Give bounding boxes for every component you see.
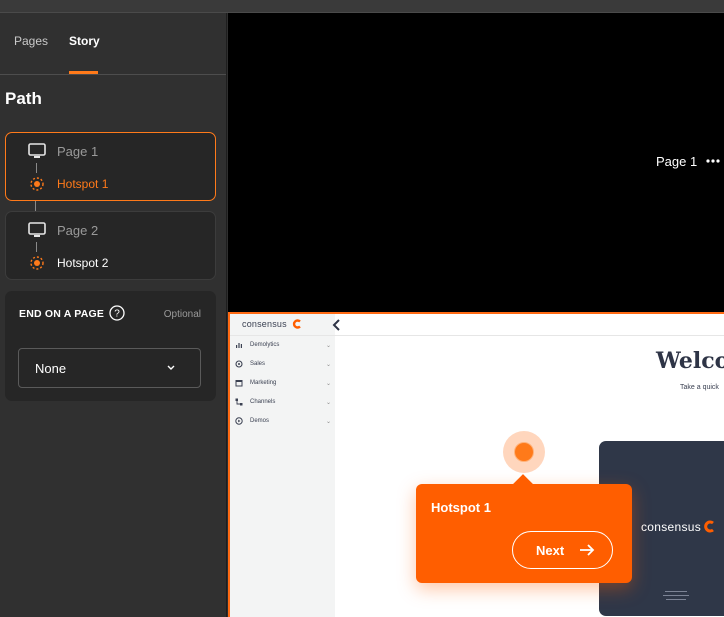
end-page-select[interactable]: None (18, 348, 201, 388)
path-title: Path (5, 89, 42, 108)
step-hotspot-row[interactable]: Hotspot 1 (28, 175, 108, 193)
monitor-icon (28, 222, 46, 237)
play-icon (235, 417, 243, 425)
chevron-down-icon: ⌄ (325, 418, 331, 425)
chevron-down-icon: ⌄ (325, 361, 331, 368)
chevron-down-icon: ⌄ (325, 342, 331, 349)
consensus-logo-icon (704, 520, 714, 533)
app-nav-item[interactable]: Channels ⌄ (235, 398, 331, 406)
path-step-1[interactable]: Page 1 Hotspot 1 (5, 132, 216, 201)
chevron-down-icon (167, 365, 175, 370)
chevron-down-icon: ⌄ (325, 380, 331, 387)
hotspot-marker[interactable] (503, 431, 545, 473)
end-on-page-title: END ON A PAGE (19, 308, 105, 320)
consensus-logo-icon (292, 319, 301, 329)
help-icon[interactable]: ? (109, 305, 125, 321)
step-hotspot-label: Hotspot 2 (57, 256, 109, 270)
hotspot-icon (30, 256, 44, 270)
more-options-icon[interactable] (706, 156, 720, 166)
app-nav-item[interactable]: Demos ⌄ (235, 417, 331, 425)
optional-label: Optional (163, 309, 201, 320)
next-button-label: Next (536, 543, 565, 558)
app-nav-item[interactable]: Demolytics ⌄ (235, 341, 331, 349)
app-header-divider (230, 335, 724, 336)
app-nav-label: Marketing (250, 380, 277, 386)
sidebar-tabs: Pages Story (0, 13, 226, 75)
app-nav-label: Sales (250, 361, 266, 367)
step-hotspot-label: Hotspot 1 (57, 177, 109, 191)
end-page-select-value: None (35, 361, 67, 376)
hotspot-marker-core (514, 442, 534, 462)
step-connector (36, 163, 37, 173)
tab-story[interactable]: Story (69, 34, 100, 48)
card-footnote-line (666, 599, 686, 600)
path-step-2[interactable]: Page 2 Hotspot 2 (5, 211, 216, 280)
step-page-row[interactable]: Page 1 (28, 143, 98, 159)
card-logo-text: consensus (641, 520, 702, 534)
card-connector (35, 201, 36, 211)
end-on-page-panel: END ON A PAGE ? Optional None (5, 291, 216, 401)
chevron-down-icon: ⌄ (325, 399, 331, 406)
tooltip-title: Hotspot 1 (431, 500, 491, 515)
bar-chart-icon (236, 343, 242, 348)
app-nav-label: Channels (250, 399, 276, 405)
hotspot-tooltip: Hotspot 1 Next (416, 474, 632, 583)
tooltip-arrow (513, 474, 533, 494)
active-tab-indicator (69, 71, 98, 74)
svg-text:?: ? (114, 309, 120, 320)
hotspot-icon (30, 177, 44, 191)
app-sidebar: consensus Demolytics ⌄ Sales ⌄ Marketing… (230, 314, 335, 617)
welcome-heading: Welco (656, 348, 724, 374)
top-bar (0, 0, 724, 13)
current-page-name: Page 1 (656, 154, 698, 169)
story-sidebar: Pages Story Path Page 1 Hotspot 1 Page 2… (0, 13, 227, 617)
app-nav-label: Demolytics (250, 342, 280, 348)
welcome-subtext: Take a quick (680, 384, 719, 391)
step-page-row[interactable]: Page 2 (28, 222, 98, 238)
arrow-right-icon (580, 544, 595, 556)
app-nav-item[interactable]: Marketing ⌄ (235, 379, 331, 387)
calendar-icon (235, 380, 243, 387)
monitor-icon (28, 143, 46, 158)
step-page-label: Page 1 (57, 143, 99, 159)
tag-icon (235, 360, 243, 368)
network-icon (235, 398, 243, 406)
chevron-left-icon[interactable] (331, 318, 343, 332)
app-nav-label: Demos (250, 418, 270, 424)
page-screenshot-frame: consensus Demolytics ⌄ Sales ⌄ Marketing… (228, 312, 724, 617)
app-nav-item[interactable]: Sales ⌄ (235, 360, 331, 368)
next-button[interactable]: Next (512, 531, 613, 569)
tab-pages[interactable]: Pages (14, 34, 48, 48)
step-hotspot-row[interactable]: Hotspot 2 (28, 254, 108, 272)
step-page-label: Page 2 (57, 222, 99, 238)
page-preview-canvas (228, 13, 724, 312)
step-connector (36, 242, 37, 252)
card-footnote-line (665, 591, 687, 592)
app-logo-text: consensus (242, 319, 287, 329)
card-footnote-line (663, 595, 689, 596)
